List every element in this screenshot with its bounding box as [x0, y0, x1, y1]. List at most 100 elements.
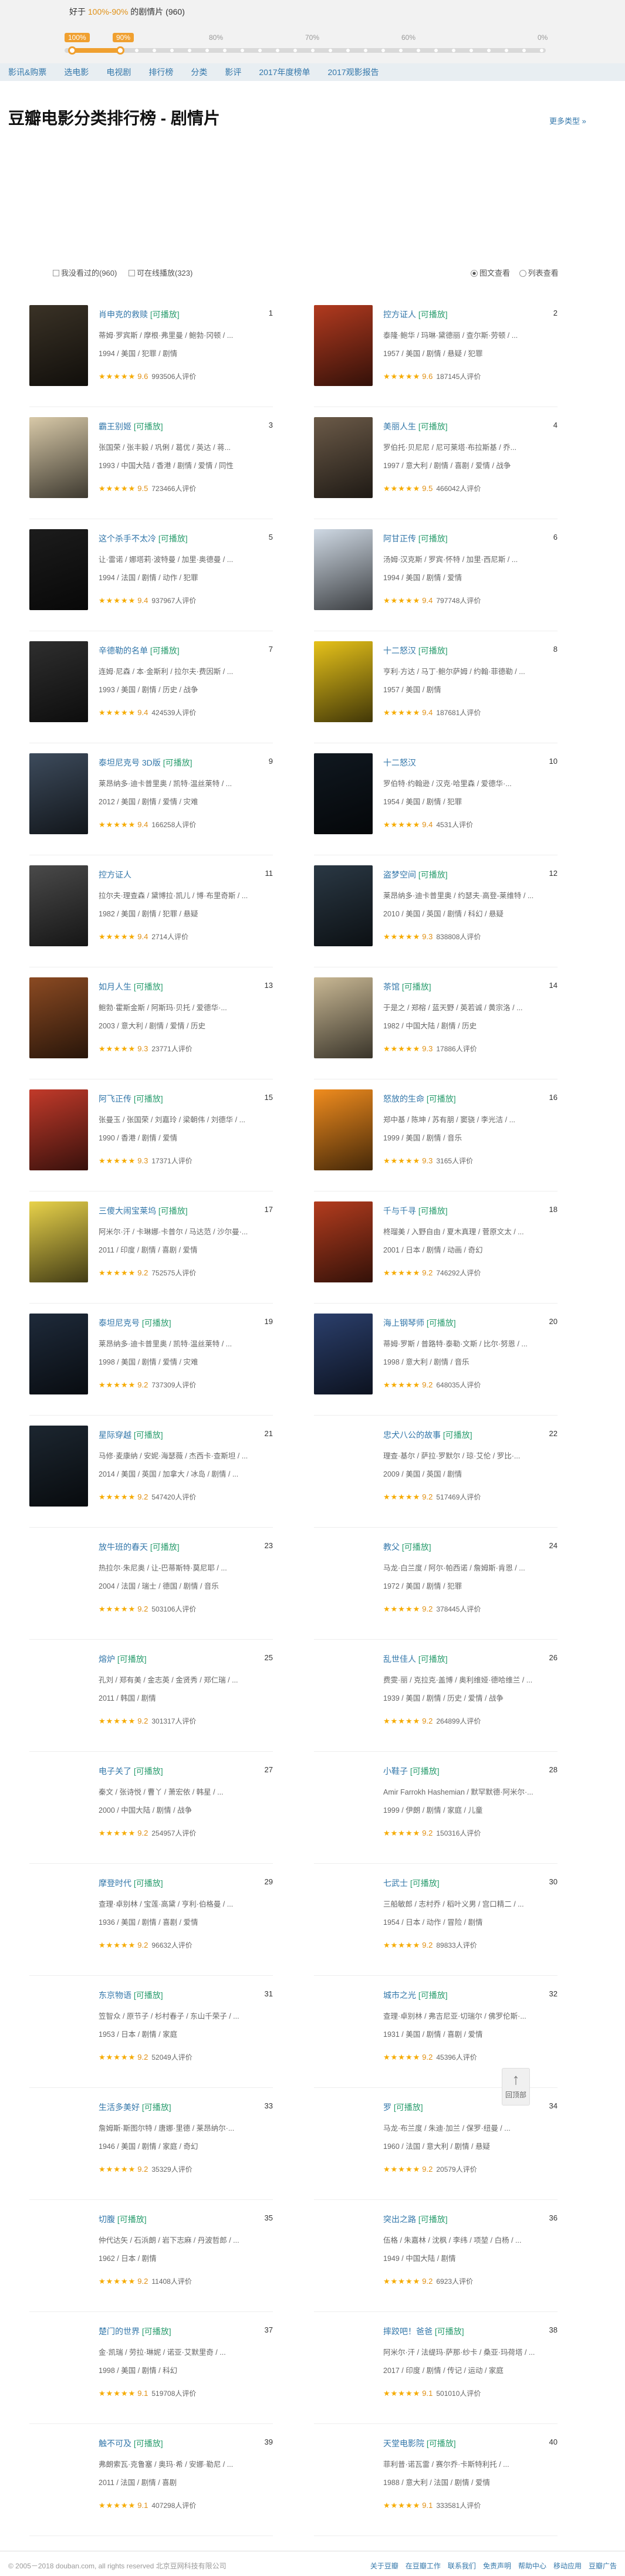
movie-title[interactable]: 星际穿越 — [99, 1430, 131, 1440]
movie-poster[interactable] — [314, 1314, 373, 1394]
movie-title[interactable]: 摩登时代 — [99, 1878, 131, 1888]
movie-title[interactable]: 千与千寻 — [383, 1206, 416, 1216]
movie-poster[interactable] — [314, 753, 373, 834]
movie-poster[interactable] — [29, 1762, 88, 1843]
radio-icon[interactable] — [519, 270, 526, 277]
movie-poster[interactable] — [29, 1089, 88, 1170]
movie-title[interactable]: 东京物语 — [99, 1991, 131, 2000]
movie-title-link[interactable]: 辛德勒的名单 [可播放] — [99, 645, 180, 656]
movie-poster[interactable] — [314, 2322, 373, 2403]
movie-title[interactable]: 切腹 — [99, 2215, 115, 2224]
movie-title[interactable]: 生活多美好 — [99, 2103, 140, 2112]
movie-title-link[interactable]: 泰坦尼克号 [可播放] — [99, 1317, 171, 1329]
footer-link[interactable]: 关于豆瓣 — [370, 2562, 398, 2570]
movie-title[interactable]: 乱世佳人 — [383, 1654, 416, 1664]
movie-title-link[interactable]: 霸王别姬 [可播放] — [99, 421, 163, 432]
movie-title-link[interactable]: 切腹 [可播放] — [99, 2213, 147, 2225]
movie-poster[interactable] — [29, 753, 88, 834]
movie-title-link[interactable]: 电子关了 [可播放] — [99, 1765, 163, 1777]
view-list[interactable]: 列表查看 — [519, 269, 559, 277]
movie-title[interactable]: 盗梦空间 — [383, 870, 416, 879]
slider-knob-right[interactable] — [116, 46, 124, 55]
movie-title-link[interactable]: 茶馆 [可播放] — [383, 981, 431, 993]
nav-item[interactable]: 分类 — [191, 66, 207, 78]
movie-title[interactable]: 如月人生 — [99, 982, 131, 991]
movie-title[interactable]: 十二怒汉 — [383, 646, 416, 655]
movie-title[interactable]: 放牛班的春天 — [99, 1542, 148, 1552]
more-types-link[interactable]: 更多类型 » — [549, 115, 586, 126]
slider-knob-left[interactable] — [68, 46, 76, 55]
movie-poster[interactable] — [29, 2098, 88, 2179]
movie-poster[interactable] — [29, 529, 88, 610]
movie-poster[interactable] — [29, 1538, 88, 1619]
movie-title[interactable]: 美丽人生 — [383, 422, 416, 431]
movie-poster[interactable] — [314, 305, 373, 386]
movie-title-link[interactable]: 城市之光 [可播放] — [383, 1989, 448, 2001]
nav-item[interactable]: 2017观影报告 — [328, 66, 379, 78]
movie-title-link[interactable]: 七武士 [可播放] — [383, 1877, 440, 1889]
movie-title[interactable]: 忠犬八公的故事 — [383, 1430, 441, 1440]
movie-poster[interactable] — [314, 1089, 373, 1170]
movie-title-link[interactable]: 触不可及 [可播放] — [99, 2438, 163, 2449]
movie-title[interactable]: 罗 — [383, 2103, 391, 2112]
movie-poster[interactable] — [29, 865, 88, 946]
movie-title[interactable]: 茶馆 — [383, 982, 400, 991]
filter-playable[interactable]: 可在线播放(323) — [128, 269, 192, 277]
movie-title[interactable]: 泰坦尼克号 3D版 — [99, 758, 161, 767]
footer-link[interactable]: 豆瓣广告 — [589, 2562, 617, 2570]
movie-poster[interactable] — [314, 2434, 373, 2515]
movie-poster[interactable] — [29, 2322, 88, 2403]
view-grid[interactable]: 图文查看 — [471, 269, 510, 277]
movie-title-link[interactable]: 控方证人 — [99, 869, 131, 881]
movie-poster[interactable] — [29, 1650, 88, 1731]
footer-link[interactable]: 在豆瓣工作 — [406, 2562, 441, 2570]
movie-poster[interactable] — [314, 1426, 373, 1507]
footer-link[interactable]: 移动应用 — [553, 2562, 582, 2570]
movie-poster[interactable] — [314, 1538, 373, 1619]
movie-title[interactable]: 控方证人 — [99, 870, 131, 879]
movie-title-link[interactable]: 千与千寻 [可播放] — [383, 1205, 448, 1217]
movie-title-link[interactable]: 海上钢琴师 [可播放] — [383, 1317, 456, 1329]
movie-title[interactable]: 肖申克的救赎 — [99, 310, 148, 319]
movie-poster[interactable] — [314, 1986, 373, 2067]
filter-unseen[interactable]: 我没看过的(960) — [53, 269, 117, 277]
checkbox-icon[interactable] — [128, 270, 135, 276]
movie-title[interactable]: 阿甘正传 — [383, 534, 416, 543]
movie-poster[interactable] — [29, 1426, 88, 1507]
radio-icon[interactable] — [471, 270, 478, 277]
movie-title[interactable]: 霸王别姬 — [99, 422, 131, 431]
movie-title[interactable]: 三傻大闹宝莱坞 — [99, 1206, 156, 1216]
movie-poster[interactable] — [29, 1201, 88, 1282]
footer-link[interactable]: 帮助中心 — [518, 2562, 546, 2570]
movie-title[interactable]: 七武士 — [383, 1878, 408, 1888]
movie-title-link[interactable]: 三傻大闹宝莱坞 [可播放] — [99, 1205, 188, 1217]
movie-poster[interactable] — [29, 977, 88, 1058]
movie-title-link[interactable]: 盗梦空间 [可播放] — [383, 869, 448, 881]
movie-title-link[interactable]: 阿甘正传 [可播放] — [383, 533, 448, 544]
movie-title-link[interactable]: 阿飞正传 [可播放] — [99, 1093, 163, 1105]
nav-item[interactable]: 电视剧 — [106, 66, 131, 78]
movie-title-link[interactable]: 星际穿越 [可播放] — [99, 1429, 163, 1441]
movie-poster[interactable] — [29, 1314, 88, 1394]
movie-title[interactable]: 这个杀手不太冷 — [99, 534, 156, 543]
movie-title-link[interactable]: 摔跤吧！爸爸 [可播放] — [383, 2325, 464, 2337]
back-to-top-button[interactable]: ↑ 回顶部 — [502, 2068, 530, 2106]
movie-poster[interactable] — [314, 1650, 373, 1731]
movie-title-link[interactable]: 小鞋子 [可播放] — [383, 1765, 440, 1777]
movie-title-link[interactable]: 摩登时代 [可播放] — [99, 1877, 163, 1889]
movie-title-link[interactable]: 泰坦尼克号 3D版 [可播放] — [99, 757, 192, 769]
movie-title-link[interactable]: 控方证人 [可播放] — [383, 309, 448, 320]
movie-title[interactable]: 教父 — [383, 1542, 400, 1552]
movie-title-link[interactable]: 突出之路 [可播放] — [383, 2213, 448, 2225]
movie-title[interactable]: 触不可及 — [99, 2439, 131, 2448]
movie-poster[interactable] — [29, 417, 88, 498]
movie-title[interactable]: 天堂电影院 — [383, 2439, 424, 2448]
footer-link[interactable]: 联系我们 — [448, 2562, 476, 2570]
movie-title[interactable]: 城市之光 — [383, 1991, 416, 2000]
movie-title-link[interactable]: 这个杀手不太冷 [可播放] — [99, 533, 188, 544]
movie-title-link[interactable]: 忠犬八公的故事 [可播放] — [383, 1429, 472, 1441]
nav-item[interactable]: 选电影 — [64, 66, 89, 78]
movie-poster[interactable] — [29, 1874, 88, 1955]
movie-title-link[interactable]: 怒放的生命 [可播放] — [383, 1093, 456, 1105]
movie-title[interactable]: 怒放的生命 — [383, 1094, 424, 1103]
